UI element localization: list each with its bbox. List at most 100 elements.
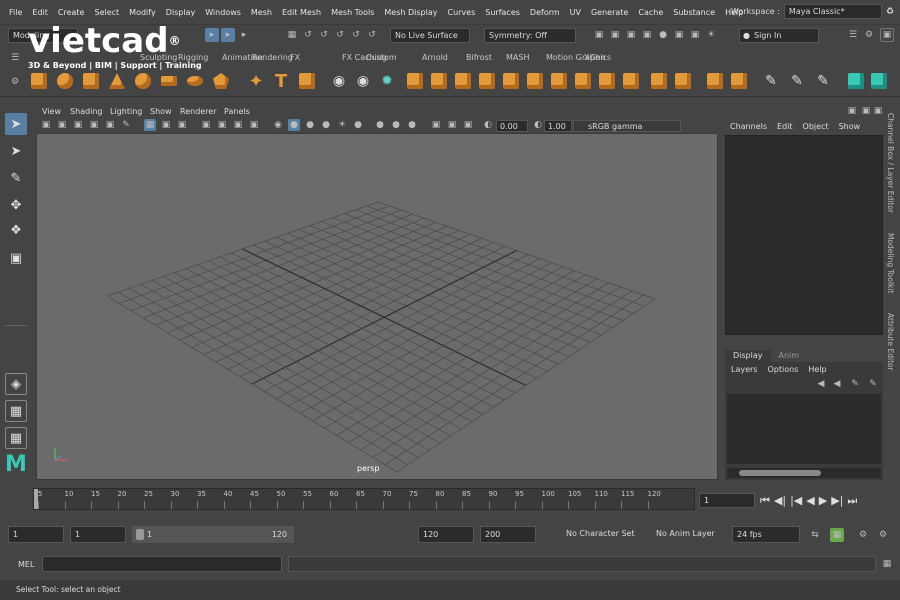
rotate-tool-icon[interactable]: ❖ [5, 219, 27, 241]
symmetry-dropdown[interactable]: Symmetry: Off [484, 28, 576, 43]
teal-sphere-icon[interactable] [868, 70, 890, 92]
arnold-render-icon[interactable]: ▣ [688, 28, 702, 42]
shelf-tab-arnold[interactable]: Arnold [422, 53, 448, 62]
sidebar-toggle-icon[interactable]: ▣ [880, 28, 894, 42]
step-back-icon[interactable]: |◀ [790, 494, 802, 508]
render-settings-icon[interactable]: ▣ [640, 28, 654, 42]
snap-grid-icon[interactable]: ▦ [285, 28, 299, 42]
viewport-menu-view[interactable]: View [42, 107, 61, 116]
multi-cut-icon[interactable] [548, 70, 570, 92]
isolate-select-icon[interactable]: ▣ [430, 119, 442, 131]
range-handle-left[interactable] [136, 529, 144, 540]
menu-file[interactable]: File [4, 8, 27, 17]
menu-windows[interactable]: Windows [200, 8, 246, 17]
image-plane-icon[interactable]: ▣ [88, 119, 100, 131]
anti-aliasing-icon[interactable]: ● [406, 119, 418, 131]
menu-modify[interactable]: Modify [124, 8, 161, 17]
side-tab-0[interactable]: Channel Box / Layer Editor [886, 113, 895, 213]
mel-input[interactable] [42, 556, 282, 572]
grid-toggle-icon[interactable]: ▦ [144, 119, 156, 131]
layer-menu-layers[interactable]: Layers [731, 365, 757, 374]
select-hierarchy-icon[interactable]: ▸ [205, 28, 219, 42]
camera-select-icon[interactable]: ▣ [40, 119, 52, 131]
side-tab-2[interactable]: Attribute Editor [886, 313, 895, 371]
shelf-tab-bifrost[interactable]: Bifrost [466, 53, 492, 62]
snap-point-icon[interactable]: ↺ [317, 28, 331, 42]
grease-pencil-icon[interactable]: ✎ [120, 119, 132, 131]
move-down-icon[interactable]: ✎ [867, 378, 879, 390]
shelf-tab-rendering[interactable]: Rendering [252, 53, 293, 62]
motion-blur-icon[interactable]: ● [390, 119, 402, 131]
snap-curve-icon[interactable]: ↺ [301, 28, 315, 42]
step-forward-icon[interactable]: ▶| [831, 494, 843, 508]
new-layer-selected-icon[interactable]: ◀ [831, 378, 843, 390]
textured-icon[interactable]: ● [320, 119, 332, 131]
append-polygon-icon[interactable] [524, 70, 546, 92]
2d-pan-icon[interactable]: ▣ [104, 119, 116, 131]
light-editor-icon[interactable]: ☀ [704, 28, 718, 42]
combine-icon[interactable]: ◉ [328, 70, 350, 92]
script-editor-icon[interactable]: ▦ [880, 557, 894, 571]
poly-reduce-icon[interactable] [620, 70, 642, 92]
shelf-tab-mash[interactable]: MASH [506, 53, 529, 62]
menu-surfaces[interactable]: Surfaces [480, 8, 525, 17]
anim-prefs-icon[interactable]: ⚙ [856, 528, 870, 542]
scrollbar-thumb[interactable] [739, 470, 821, 476]
viewport-menu-panels[interactable]: Panels [224, 107, 250, 116]
gamma-icon[interactable]: ◐ [532, 119, 544, 131]
shelf-tab-custom[interactable]: Custom [366, 53, 397, 62]
gate-mask-icon[interactable]: ▣ [200, 119, 212, 131]
channel-menu-channels[interactable]: Channels [730, 122, 767, 131]
bookmark-icon[interactable]: ▣ [72, 119, 84, 131]
menu-generate[interactable]: Generate [586, 8, 633, 17]
viewport-menu-shading[interactable]: Shading [70, 107, 103, 116]
move-up-icon[interactable]: ✎ [849, 378, 861, 390]
time-slider[interactable]: 5 10 15 20 25 30 35 40 45 50 55 60 65 70 75 80 85 90 95 100… [33, 488, 695, 510]
camera-attr-icon[interactable]: ▣ [56, 119, 68, 131]
quad-draw-icon[interactable] [596, 70, 618, 92]
start-time-field[interactable]: 1 [8, 526, 64, 543]
exposure-icon[interactable]: ◐ [482, 119, 494, 131]
range-slider[interactable]: 1 120 [132, 526, 294, 543]
lasso-tool-icon[interactable]: ➤ [5, 140, 27, 162]
merge-icon[interactable] [476, 70, 498, 92]
menu-create[interactable]: Create [53, 8, 90, 17]
layer-scrollbar[interactable] [727, 468, 881, 478]
single-view-icon[interactable]: ◈ [5, 373, 27, 395]
gamma-field[interactable]: 1.00 [544, 120, 572, 132]
menu-cache[interactable]: Cache [633, 8, 668, 17]
menu-uv[interactable]: UV [565, 8, 586, 17]
playback-prefs-icon[interactable]: ⚙ [876, 528, 890, 542]
super-shape-icon[interactable]: ✦ [245, 70, 267, 92]
sign-in-dropdown[interactable]: ● Sign In [739, 28, 819, 43]
toolbox-toggle-icon[interactable]: ☰ [846, 28, 860, 42]
shadows-icon[interactable]: ● [352, 119, 364, 131]
shelf-tab-fx[interactable]: FX [290, 53, 300, 62]
shelf-gear-icon[interactable]: ⚙ [8, 75, 22, 89]
paint-select-icon[interactable]: ✎ [5, 167, 27, 189]
anim-end-field[interactable]: 200 [480, 526, 536, 543]
bridge-icon[interactable] [428, 70, 450, 92]
viewport-menu-renderer[interactable]: Renderer [180, 107, 217, 116]
viewport-menu-lighting[interactable]: Lighting [110, 107, 142, 116]
two-view-icon[interactable]: ▦ [5, 427, 27, 449]
cut-uv-icon[interactable]: ✎ [760, 70, 782, 92]
teal-cube-icon[interactable] [845, 70, 867, 92]
platonic-solid-icon[interactable] [210, 70, 232, 92]
menu-display[interactable]: Display [161, 8, 201, 17]
go-to-end-icon[interactable]: ⏭ [847, 494, 857, 508]
svg-icon[interactable] [296, 70, 318, 92]
wireframe-icon[interactable]: ◉ [272, 119, 284, 131]
poly-text-icon[interactable]: T [270, 70, 292, 92]
fill-hole-icon[interactable] [500, 70, 522, 92]
end-time-field[interactable]: 120 [418, 526, 474, 543]
anim-layer-dropdown[interactable]: No Anim Layer [652, 526, 724, 543]
exposure-field[interactable]: 0.00 [496, 120, 528, 132]
channel-box-icon[interactable]: ▣ [846, 105, 858, 117]
menu-curves[interactable]: Curves [442, 8, 480, 17]
menu-edit-mesh[interactable]: Edit Mesh [277, 8, 326, 17]
boolean-icon[interactable] [672, 70, 694, 92]
current-frame-field[interactable]: 1 [699, 493, 755, 508]
xray-joints-icon[interactable]: ▣ [462, 119, 474, 131]
menu-substance[interactable]: Substance [668, 8, 720, 17]
